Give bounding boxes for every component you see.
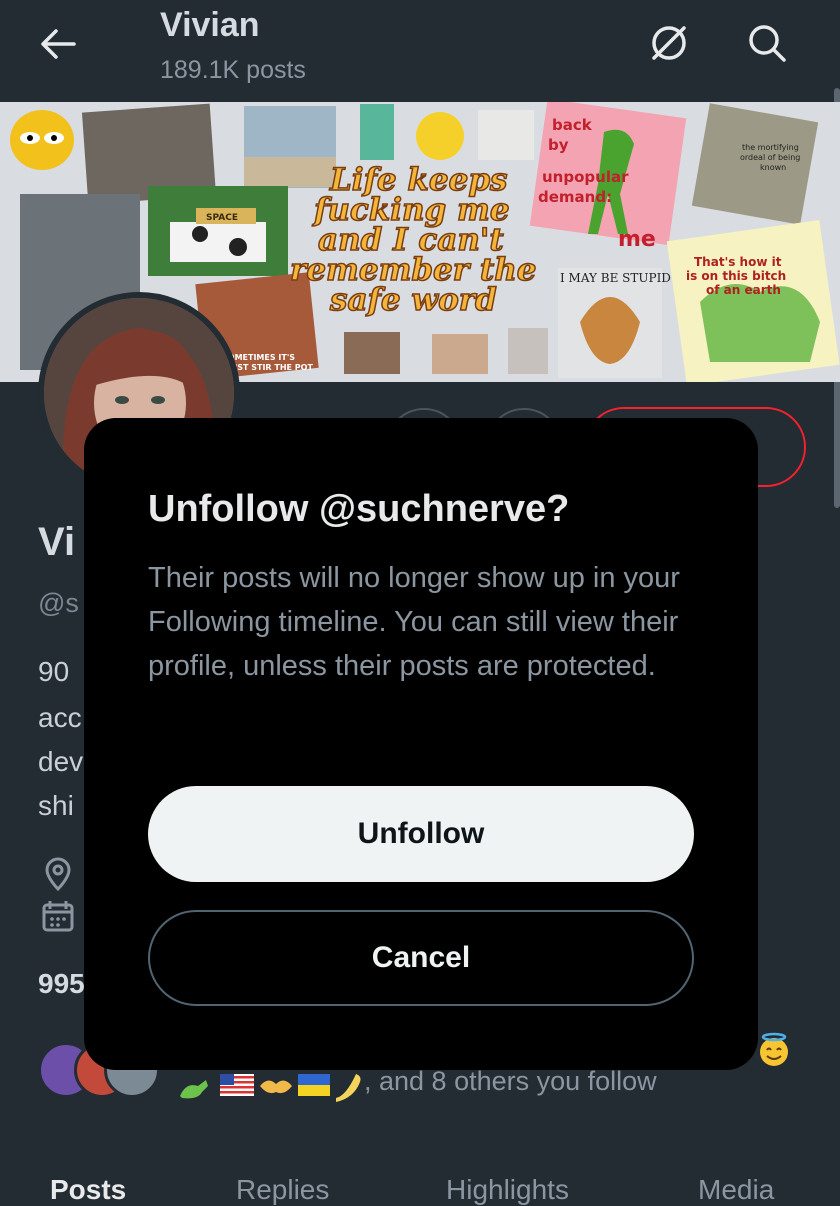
profile-bio-line: dev [38, 746, 84, 777]
dialog-message: Their posts will no longer show up in yo… [148, 562, 680, 682]
banner-text: demand: [538, 188, 612, 206]
banner-caption-line: safe word [329, 282, 497, 318]
emoji-name-icons [180, 1074, 361, 1102]
profile-handle: @s [38, 588, 79, 618]
smiling-halo-emoji-icon [756, 1032, 792, 1068]
cancel-button[interactable]: Cancel [148, 910, 694, 1006]
top-bar: Vivian 189.1K posts [0, 0, 840, 100]
dialog-title: Unfollow @suchnerve? [148, 488, 570, 530]
banner-text: unpopular [542, 168, 629, 186]
banner-text: That's how it [694, 255, 782, 269]
banner-text: ordeal of being [740, 153, 800, 162]
unfollow-button[interactable]: Unfollow [148, 786, 694, 882]
banner-text: the mortifying [742, 143, 799, 152]
profile-tabs: Posts Replies Highlights Media [0, 1170, 840, 1205]
banner-text: me [618, 227, 656, 252]
profile-bio-line: acc [38, 702, 82, 733]
search-icon[interactable] [744, 20, 790, 66]
location-icon [45, 857, 71, 892]
tab-highlights[interactable]: Highlights [446, 1174, 569, 1206]
header-post-count: 189.1K posts [160, 56, 306, 84]
tab-media[interactable]: Media [698, 1174, 774, 1206]
tab-posts[interactable]: Posts [50, 1174, 126, 1206]
profile-name: Vi [38, 520, 76, 564]
view-toggle-icon[interactable] [646, 20, 692, 66]
calendar-icon [42, 901, 74, 932]
followers-you-know-text[interactable]: , and 8 others you follow [364, 1066, 657, 1097]
profile-bio-line: 90 [38, 656, 70, 687]
banner-text: back [552, 116, 593, 134]
back-arrow-icon[interactable] [36, 22, 80, 66]
following-count: 995 [38, 968, 85, 999]
banner-text: of an earth [706, 283, 781, 297]
banner-text: known [760, 163, 786, 172]
profile-bio-line: shi [38, 790, 74, 821]
unfollow-dialog: Unfollow @suchnerve? Their posts will no… [84, 418, 758, 1070]
banner-text: by [548, 136, 569, 154]
banner-text: is on this bitch [686, 269, 786, 283]
header-title: Vivian [160, 6, 260, 44]
banner-text: SPACE [206, 213, 238, 223]
tab-replies[interactable]: Replies [236, 1174, 329, 1206]
banner-text: I MAY BE STUPID [560, 271, 671, 285]
